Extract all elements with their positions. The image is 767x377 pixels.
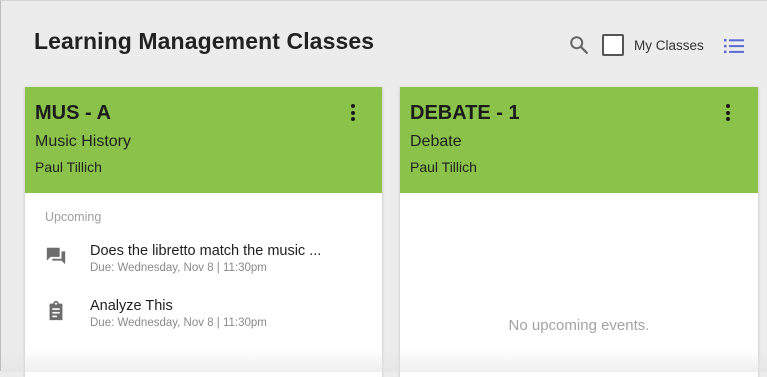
page-title: Learning Management Classes bbox=[34, 28, 375, 54]
class-card-header[interactable]: DEBATE - 1 Debate Paul Tillich bbox=[400, 87, 758, 193]
event-due-date: Due: Wednesday, Nov 8 | 11:30pm bbox=[90, 317, 267, 329]
instructor-name: Paul Tillich bbox=[35, 159, 102, 175]
more-options-icon[interactable] bbox=[722, 104, 734, 124]
my-classes-checkbox[interactable] bbox=[602, 34, 624, 56]
my-classes-label[interactable]: My Classes bbox=[634, 38, 704, 53]
discussion-icon bbox=[46, 247, 66, 265]
class-card-header[interactable]: MUS - A Music History Paul Tillich bbox=[25, 87, 382, 193]
class-card-mus-a: MUS - A Music History Paul Tillich Upcom… bbox=[25, 87, 382, 377]
course-name: Debate bbox=[410, 133, 462, 150]
more-options-icon[interactable] bbox=[347, 104, 359, 124]
event-due-date: Due: Wednesday, Nov 8 | 11:30pm bbox=[90, 262, 267, 274]
upcoming-event[interactable]: Analyze This Due: Wednesday, Nov 8 | 11:… bbox=[25, 295, 382, 335]
event-title: Analyze This bbox=[90, 298, 173, 314]
instructor-name: Paul Tillich bbox=[410, 159, 477, 175]
list-view-icon[interactable] bbox=[723, 37, 745, 55]
upcoming-event[interactable]: Does the libretto match the music ... Du… bbox=[25, 240, 382, 280]
app-frame: Learning Management Classes My Classes M… bbox=[0, 0, 767, 377]
upcoming-label: Upcoming bbox=[45, 210, 102, 224]
course-name: Music History bbox=[35, 133, 132, 150]
event-title: Does the libretto match the music ... bbox=[90, 243, 322, 259]
assignment-icon bbox=[49, 300, 63, 321]
class-card-debate-1: DEBATE - 1 Debate Paul Tillich No upcomi… bbox=[400, 87, 758, 377]
search-icon[interactable] bbox=[568, 34, 590, 56]
course-code: MUS - A bbox=[35, 102, 111, 124]
no-events-message: No upcoming events. bbox=[508, 317, 650, 334]
page-header: Learning Management Classes My Classes bbox=[1, 1, 767, 87]
course-code: DEBATE - 1 bbox=[410, 102, 520, 124]
